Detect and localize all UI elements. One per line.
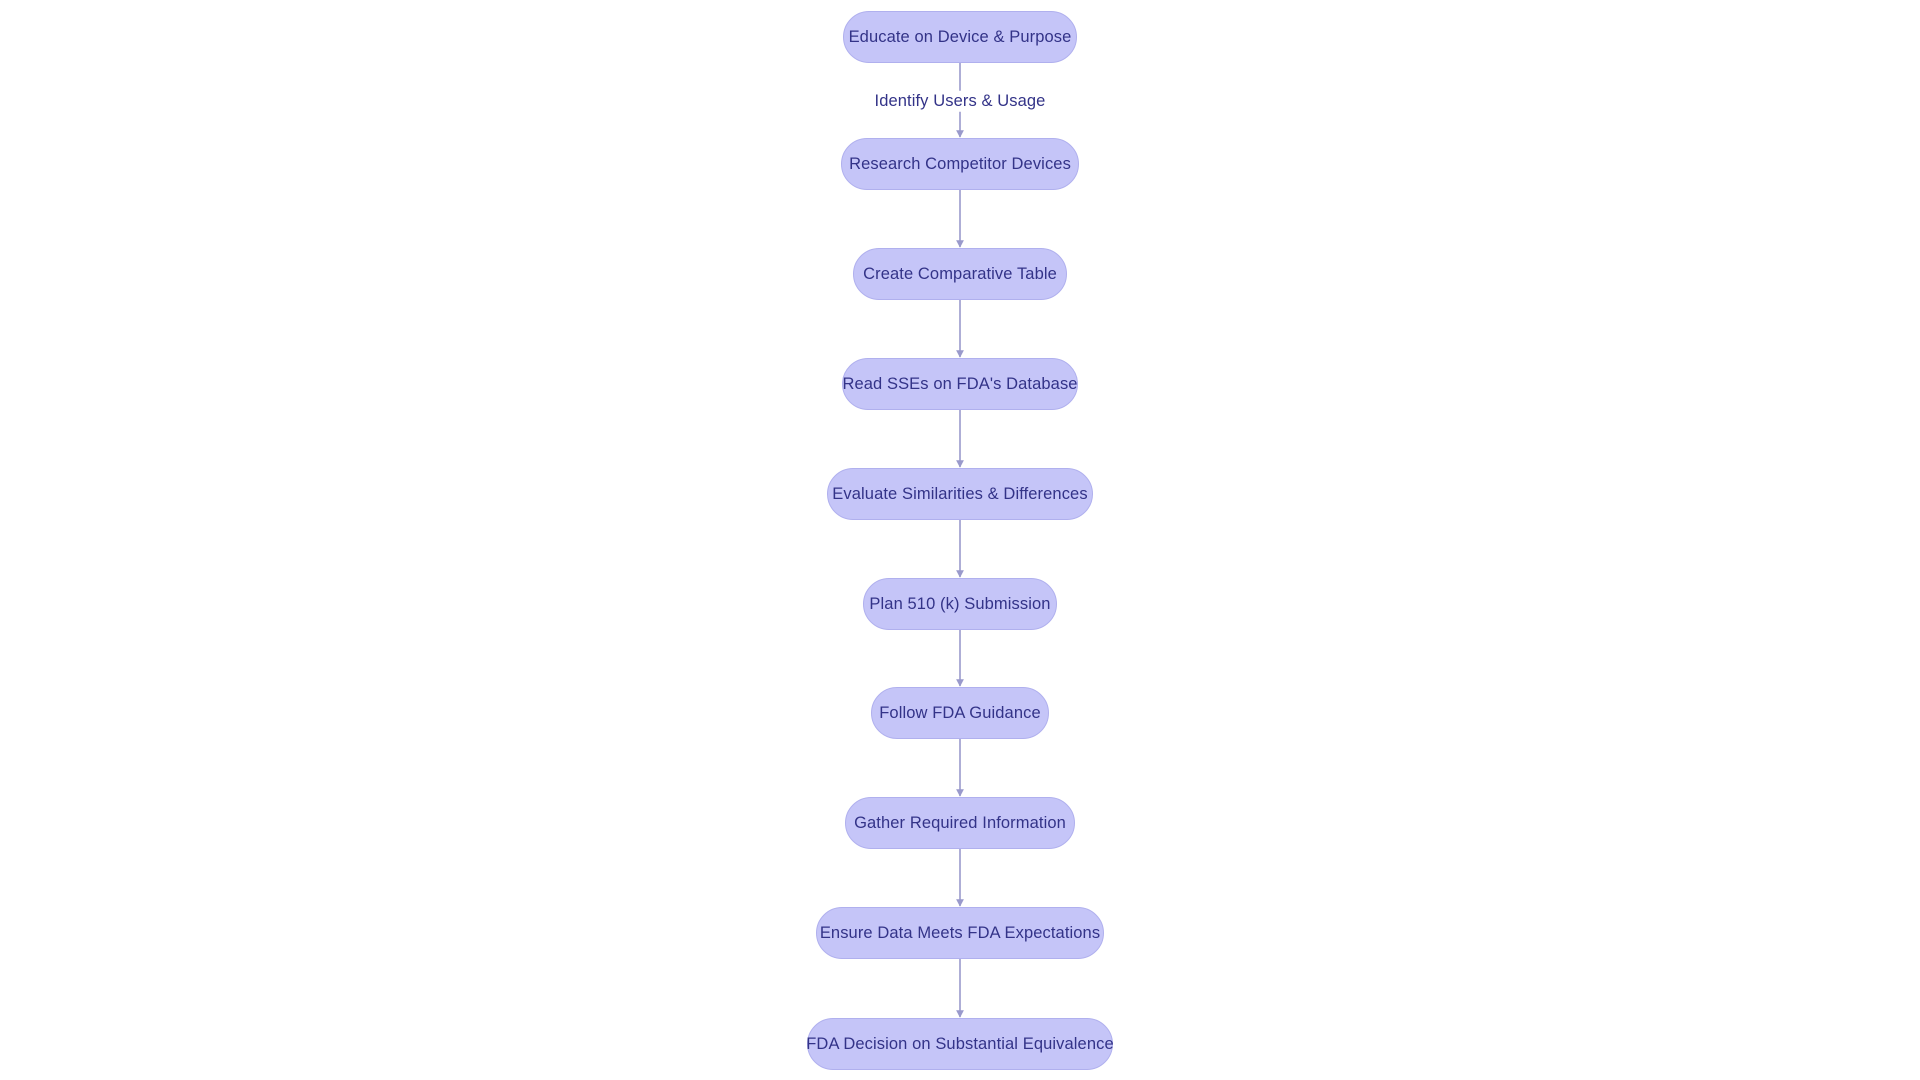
flow-node-label: Create Comparative Table: [863, 264, 1057, 283]
flow-node-label: Evaluate Similarities & Differences: [832, 484, 1088, 503]
flow-node-label: Follow FDA Guidance: [879, 703, 1041, 722]
flow-node-label: FDA Decision on Substantial Equivalence: [806, 1034, 1114, 1053]
flow-node-n3[interactable]: Create Comparative Table: [853, 248, 1067, 300]
flow-node-n1[interactable]: Educate on Device & Purpose: [843, 11, 1077, 63]
flow-node-n5[interactable]: Evaluate Similarities & Differences: [827, 468, 1093, 520]
flow-node-n2[interactable]: Research Competitor Devices: [841, 138, 1079, 190]
flow-node-n7[interactable]: Follow FDA Guidance: [871, 687, 1049, 739]
flow-node-label: Gather Required Information: [854, 813, 1066, 832]
flow-node-n9[interactable]: Ensure Data Meets FDA Expectations: [816, 907, 1104, 959]
flow-node-label: Ensure Data Meets FDA Expectations: [819, 923, 1101, 942]
flow-node-label: Educate on Device & Purpose: [848, 27, 1072, 46]
flow-node-label: Research Competitor Devices: [849, 154, 1071, 173]
flow-node-n8[interactable]: Gather Required Information: [845, 797, 1075, 849]
flow-edge-label: Identify Users & Usage: [869, 90, 1051, 112]
flow-node-n4[interactable]: Read SSEs on FDA's Database: [842, 358, 1078, 410]
flow-node-label: Read SSEs on FDA's Database: [842, 374, 1078, 393]
flow-node-n6[interactable]: Plan 510 (k) Submission: [863, 578, 1057, 630]
flow-node-n10[interactable]: FDA Decision on Substantial Equivalence: [806, 1018, 1114, 1070]
flowchart-canvas: Educate on Device & Purpose Research Comp…: [0, 0, 1920, 1080]
flow-node-label: Plan 510 (k) Submission: [869, 594, 1051, 613]
